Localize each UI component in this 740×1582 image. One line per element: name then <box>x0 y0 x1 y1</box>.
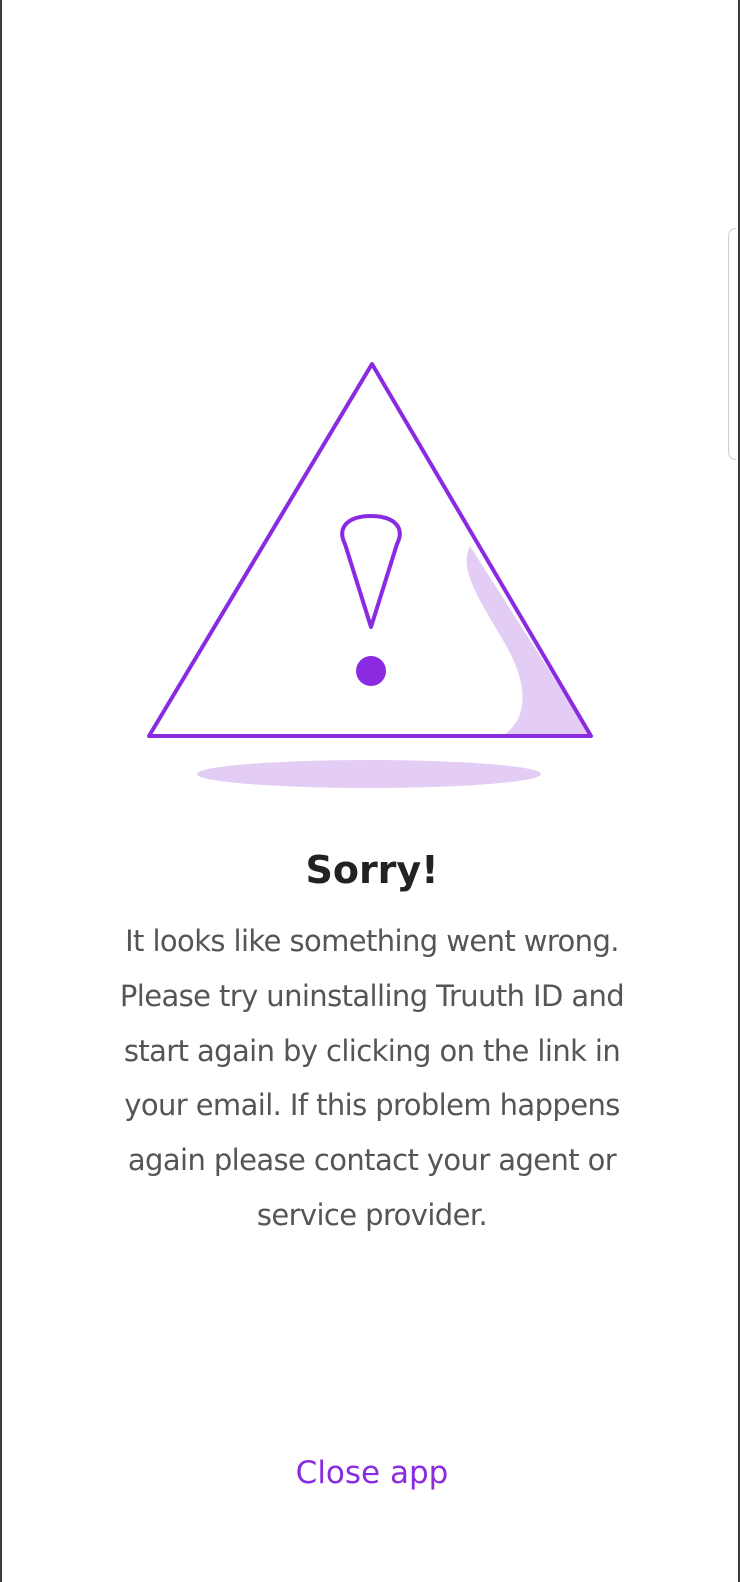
warning-illustration <box>142 360 602 792</box>
exclamation-stroke <box>340 514 402 629</box>
close-app-button[interactable]: Close app <box>272 1448 472 1498</box>
warning-triangle-icon <box>147 362 593 788</box>
error-message: It looks like something went wrong. Plea… <box>119 924 625 1232</box>
edge-panel-handle[interactable] <box>728 228 736 460</box>
shadow-ellipse <box>197 760 541 788</box>
exclamation-dot <box>356 656 386 686</box>
error-screen: Sorry! It looks like something went wron… <box>0 0 740 1582</box>
error-title: Sorry! <box>305 848 439 892</box>
